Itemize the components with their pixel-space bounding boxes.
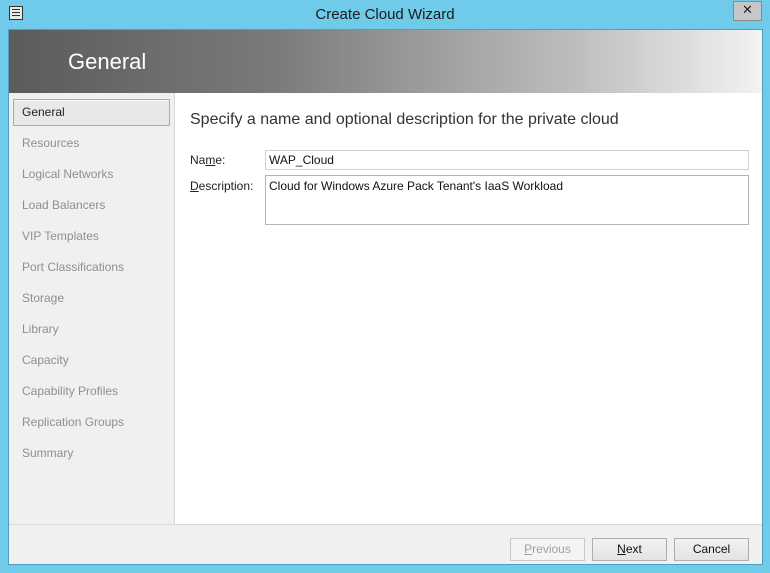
nav-item-vip-templates[interactable]: VIP Templates bbox=[13, 223, 170, 250]
nav-item-port-classifications[interactable]: Port Classifications bbox=[13, 254, 170, 281]
nav-item-resources[interactable]: Resources bbox=[13, 130, 170, 157]
banner-title: General bbox=[68, 49, 147, 74]
name-label: Name: bbox=[190, 153, 225, 167]
nav-item-summary[interactable]: Summary bbox=[13, 440, 170, 467]
close-icon: ✕ bbox=[742, 3, 753, 18]
nav-item-logical-networks[interactable]: Logical Networks bbox=[13, 161, 170, 188]
name-label-suffix: e: bbox=[215, 153, 226, 167]
name-label-prefix: Na bbox=[190, 153, 206, 167]
previous-label: revious bbox=[532, 542, 571, 556]
nav-item-storage[interactable]: Storage bbox=[13, 285, 170, 312]
wizard-steps-nav: General Resources Logical Networks Load … bbox=[9, 93, 175, 524]
close-button[interactable]: ✕ bbox=[733, 1, 762, 21]
wizard-window: Create Cloud Wizard ✕ General General Re… bbox=[0, 0, 770, 573]
cancel-button[interactable]: Cancel bbox=[674, 538, 749, 561]
nav-item-capacity[interactable]: Capacity bbox=[13, 347, 170, 374]
nav-item-general[interactable]: General bbox=[13, 99, 170, 126]
previous-accelerator: P bbox=[524, 542, 533, 556]
description-field[interactable]: Cloud for Windows Azure Pack Tenant's Ia… bbox=[265, 175, 749, 225]
previous-button[interactable]: Previous bbox=[510, 538, 585, 561]
title-bar[interactable]: Create Cloud Wizard ✕ bbox=[0, 0, 770, 29]
next-button[interactable]: Next bbox=[592, 538, 667, 561]
nav-item-library[interactable]: Library bbox=[13, 316, 170, 343]
description-label: Description: bbox=[190, 179, 253, 193]
nav-item-load-balancers[interactable]: Load Balancers bbox=[13, 192, 170, 219]
description-label-accelerator: D bbox=[190, 179, 199, 193]
main-panel: Specify a name and optional description … bbox=[175, 93, 762, 524]
page-banner: General bbox=[9, 30, 762, 93]
name-label-accelerator: m bbox=[205, 153, 216, 167]
nav-item-replication-groups[interactable]: Replication Groups bbox=[13, 409, 170, 436]
page-heading: Specify a name and optional description … bbox=[190, 111, 619, 128]
next-label: ext bbox=[625, 542, 642, 556]
window-title: Create Cloud Wizard bbox=[315, 6, 455, 23]
description-label-suffix: escription: bbox=[198, 179, 254, 193]
name-field[interactable]: WAP_Cloud bbox=[265, 150, 749, 170]
wizard-footer: Previous Next Cancel bbox=[9, 524, 762, 564]
nav-item-capability-profiles[interactable]: Capability Profiles bbox=[13, 378, 170, 405]
next-accelerator: N bbox=[617, 542, 626, 556]
wizard-client-area: General General Resources Logical Networ… bbox=[8, 29, 763, 565]
